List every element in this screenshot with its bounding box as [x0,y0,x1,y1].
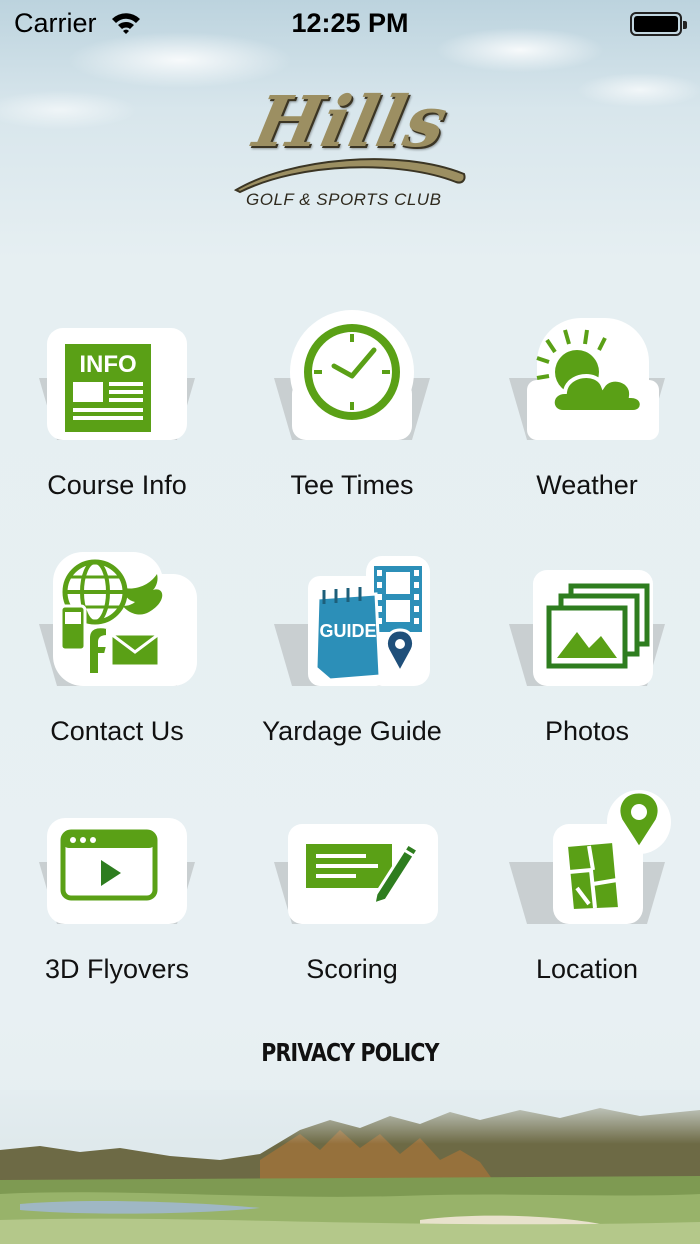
menu-3d-flyovers[interactable]: 3D Flyovers [0,784,234,1004]
privacy-policy-link[interactable]: PRIVACY POLICY [63,1038,637,1067]
menu-label: 3D Flyovers [44,954,190,984]
menu-label: Location [535,954,639,984]
battery-icon [630,12,687,36]
menu-photos[interactable]: Photos [470,546,700,766]
video-player-icon [39,818,195,924]
menu-yardage-guide[interactable]: GUIDE Yardage Guide [235,546,469,766]
menu-weather[interactable]: Weather [470,300,700,520]
sun-cloud-icon [509,318,665,440]
golf-course-landscape [0,1090,700,1244]
logo-wordmark: Hills [247,80,456,163]
menu-location[interactable]: Location [470,784,700,1004]
menu-label: Contact Us [50,716,184,746]
menu-label: Weather [536,470,638,500]
contact-globe-icon [39,552,197,686]
menu-tee-times[interactable]: Tee Times [235,300,469,520]
club-logo: Hills GOLF & SPORTS CLUB [230,78,470,218]
svg-text:INFO: INFO [79,351,136,378]
menu-label: Tee Times [290,470,414,500]
photos-icon [509,570,665,686]
menu-scoring[interactable]: Scoring [235,784,469,1004]
clock-time: 12:25 PM [291,8,409,38]
logo-subtitle: GOLF & SPORTS CLUB [246,190,442,209]
menu-course-info[interactable]: INFO Course Info [0,300,234,520]
scorecard-pencil-icon [274,824,438,924]
menu-contact-us[interactable]: Contact Us [0,546,234,766]
menu-label: Course Info [47,470,187,500]
map-pin-icon [509,790,671,924]
menu-label: Photos [544,716,630,746]
clock-icon [274,310,430,440]
status-bar: Carrier 12:25 PM [0,0,700,46]
svg-text:GUIDE: GUIDE [319,621,376,641]
menu-label: Scoring [306,954,398,984]
yardage-guide-icon: GUIDE [274,556,430,686]
menu-label: Yardage Guide [262,716,442,746]
info-newspaper-icon: INFO [39,328,195,440]
logo-swoosh [233,158,466,194]
